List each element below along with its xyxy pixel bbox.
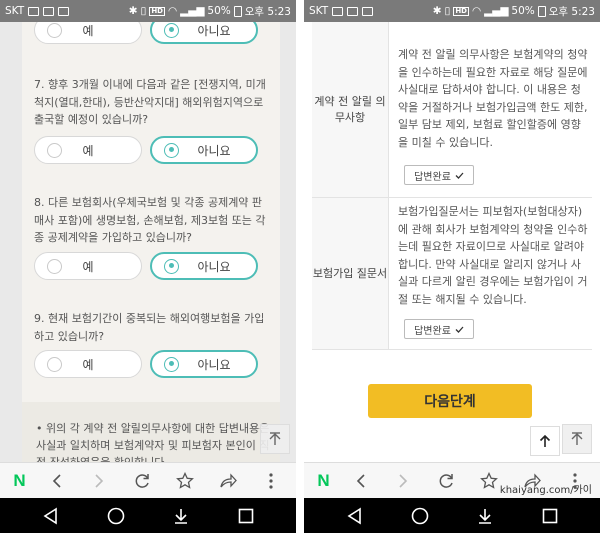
questionnaire-row-body: 보험가입질문서는 피보험자(보험대상자)에 관해 회사가 보험계약의 청약을 인… xyxy=(398,205,588,306)
q8-text: 8. 다른 보험회사(우체국보험 및 각종 공제계약 판매사 포함)에 생명보험… xyxy=(34,196,266,244)
question-list: 예 아니요 7. 향후 3개월 이내에 다음과 같은 [전쟁지역, 미개척지(열… xyxy=(22,22,280,462)
option-label: 예 xyxy=(82,357,94,372)
q7-no-option[interactable]: 아니요 xyxy=(150,136,258,164)
android-nav-bar xyxy=(304,498,600,533)
vibrate-icon: ▯ xyxy=(444,5,451,17)
disclosure-row: 계약 전 알릴 의무사항 계약 전 알릴 의무사항은 보험계약의 청약을 인수하… xyxy=(312,22,592,198)
wifi-icon: ◠ xyxy=(472,5,482,17)
disclosure-row-head: 계약 전 알릴 의무사항 xyxy=(312,22,389,197)
q6-no-option[interactable]: 아니요 xyxy=(150,22,258,44)
check-icon xyxy=(455,172,464,179)
watermark: khaiyang.com/카이 xyxy=(499,485,592,496)
phone-left: SKT ✱ ▯ HD ◠ ▂▄▆ 50% 오후 5:23 예 아니요 7. 향후… xyxy=(0,0,296,533)
button-label: 답변완료 xyxy=(414,325,451,337)
nav-download-icon[interactable] xyxy=(169,504,193,528)
wifi-icon: ◠ xyxy=(168,5,178,17)
battery-icon xyxy=(537,5,546,17)
disclosure-row-body: 계약 전 알릴 의무사항은 보험계약의 청약을 인수하는데 필요한 자료로 해당… xyxy=(398,48,588,149)
refresh-icon[interactable] xyxy=(130,469,154,493)
option-label: 아니요 xyxy=(197,259,231,274)
button-label: 답변완료 xyxy=(414,171,451,183)
battery-percent: 50% xyxy=(207,5,231,17)
screenshot-divider xyxy=(296,0,304,533)
carrier-label: SKT xyxy=(309,5,329,17)
q9-text: 9. 현재 보험기간이 중복되는 해외여행보험을 가입하고 있습니까? xyxy=(34,312,265,343)
option-label: 아니요 xyxy=(197,143,231,158)
naver-home-button[interactable]: N xyxy=(13,471,25,491)
vibrate-icon: ▯ xyxy=(140,5,147,17)
signal-icon: ▂▄▆ xyxy=(180,5,205,17)
nav-download-icon[interactable] xyxy=(473,504,497,528)
status-bar: SKT ✱ ▯ HD ◠ ▂▄▆ 50% 오후 5:23 xyxy=(0,0,296,22)
image-icon xyxy=(43,6,55,16)
mail-icon xyxy=(28,6,40,16)
nav-home-icon[interactable] xyxy=(408,504,432,528)
arrow-up-icon xyxy=(571,432,583,445)
left-gutter xyxy=(0,22,22,462)
bluetooth-icon: ✱ xyxy=(128,5,138,17)
scroll-up-button[interactable] xyxy=(530,426,560,456)
q8-no-option[interactable]: 아니요 xyxy=(150,252,258,280)
forward-icon[interactable] xyxy=(87,469,111,493)
answer-complete-button[interactable]: 답변완료 xyxy=(404,319,474,339)
answer-complete-button[interactable]: 답변완료 xyxy=(404,165,474,185)
signal-icon: ▂▄▆ xyxy=(484,5,509,17)
q8-yes-option[interactable]: 예 xyxy=(34,252,142,280)
naver-home-button[interactable]: N xyxy=(317,471,329,491)
phone-right: SKT ✱ ▯ HD ◠ ▂▄▆ 50% 오후 5:23 계약 전 알릴 의무사… xyxy=(304,0,600,533)
q7-text: 7. 향후 3개월 이내에 다음과 같은 [전쟁지역, 미개척지(열대,한대),… xyxy=(34,78,266,126)
more-menu-icon[interactable] xyxy=(259,469,283,493)
arrow-up-icon xyxy=(269,432,281,445)
survey-page: 예 아니요 7. 향후 3개월 이내에 다음과 같은 [전쟁지역, 미개척지(열… xyxy=(0,22,296,462)
option-label: 아니요 xyxy=(197,357,231,372)
q9-yes-option[interactable]: 예 xyxy=(34,350,142,378)
refresh-icon[interactable] xyxy=(434,469,458,493)
status-bar: SKT ✱ ▯ HD ◠ ▂▄▆ 50% 오후 5:23 xyxy=(304,0,600,22)
browser-toolbar: N xyxy=(0,462,296,498)
nav-back-icon[interactable] xyxy=(39,504,63,528)
scroll-to-top-button[interactable] xyxy=(260,424,290,454)
option-label: 예 xyxy=(82,143,94,158)
bookmark-star-icon[interactable] xyxy=(173,469,197,493)
option-label: 아니요 xyxy=(197,23,231,38)
disclosure-page: 계약 전 알릴 의무사항 계약 전 알릴 의무사항은 보험계약의 청약을 인수하… xyxy=(304,22,600,462)
carrier-label: SKT xyxy=(5,5,25,17)
clock: 오후 5:23 xyxy=(548,5,595,18)
q6-yes-option[interactable]: 예 xyxy=(34,22,142,44)
back-icon[interactable] xyxy=(45,469,69,493)
share-icon[interactable] xyxy=(216,469,240,493)
check-icon xyxy=(455,326,464,333)
nav-recents-icon[interactable] xyxy=(234,504,258,528)
mail-icon xyxy=(332,6,344,16)
next-step-button[interactable]: 다음단계 xyxy=(368,384,532,418)
questionnaire-row-head: 보험가입 질문서 xyxy=(312,198,389,349)
nav-home-icon[interactable] xyxy=(104,504,128,528)
nav-back-icon[interactable] xyxy=(343,504,367,528)
hd-voice-icon: HD xyxy=(149,6,165,16)
nav-recents-icon[interactable] xyxy=(538,504,562,528)
back-icon[interactable] xyxy=(349,469,373,493)
forward-icon[interactable] xyxy=(391,469,415,493)
clock: 오후 5:23 xyxy=(244,5,291,18)
battery-icon xyxy=(233,5,242,17)
confirmation-notice: • 위의 각 계약 전 알릴의무사항에 대한 답변내용은 사실과 일치하며 보험… xyxy=(22,402,280,462)
battery-percent: 50% xyxy=(511,5,535,17)
scroll-to-top-button[interactable] xyxy=(562,424,592,454)
android-nav-bar xyxy=(0,498,296,533)
arrow-up-icon xyxy=(539,434,551,447)
download-icon xyxy=(362,6,374,16)
bluetooth-icon: ✱ xyxy=(432,5,442,17)
questionnaire-row: 보험가입 질문서 보험가입질문서는 피보험자(보험대상자)에 관해 회사가 보험… xyxy=(312,198,592,350)
image-icon xyxy=(347,6,359,16)
bookmark-star-icon[interactable] xyxy=(477,469,501,493)
q7-yes-option[interactable]: 예 xyxy=(34,136,142,164)
option-label: 예 xyxy=(82,23,94,38)
right-gutter xyxy=(280,22,296,462)
q9-no-option[interactable]: 아니요 xyxy=(150,350,258,378)
download-icon xyxy=(58,6,70,16)
option-label: 예 xyxy=(82,259,94,274)
hd-voice-icon: HD xyxy=(453,6,469,16)
